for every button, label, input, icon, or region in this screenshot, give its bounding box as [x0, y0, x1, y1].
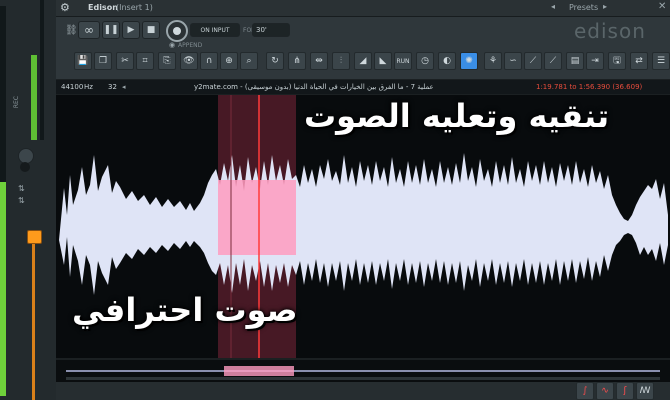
- volume-fader-track: [32, 230, 35, 400]
- volume-fader-handle[interactable]: [27, 230, 42, 244]
- copy-icon[interactable]: ❐: [94, 52, 112, 70]
- mixer-strip: REC ⇅ ⇅: [0, 0, 56, 400]
- edison-logo: edison: [574, 19, 646, 43]
- waveform-view[interactable]: تنقيه وتعليه الصوت صوت احترافي: [56, 95, 670, 358]
- spectral-icon[interactable]: ✺: [460, 52, 478, 70]
- presets-label[interactable]: Presets: [569, 3, 598, 12]
- overview-selection[interactable]: [224, 366, 294, 376]
- title-bar: ⚙ Edison (Insert 1) ◂ Presets ▸ ✕: [56, 0, 670, 17]
- save-icon[interactable]: 💾: [74, 52, 92, 70]
- level-meter-right-2: [40, 0, 44, 140]
- menu-icon[interactable]: ☰: [652, 52, 670, 70]
- view-icon[interactable]: 👁: [180, 52, 198, 70]
- disk-icon[interactable]: 🖫: [608, 52, 626, 70]
- close-icon[interactable]: ✕: [658, 1, 666, 12]
- zoom-icon[interactable]: ⊕: [220, 52, 238, 70]
- envelope-icon[interactable]: ꟿ: [636, 382, 654, 400]
- append-icon[interactable]: ◉: [169, 41, 175, 49]
- bit-depth: 32: [108, 83, 117, 91]
- level-meter-right: [31, 55, 37, 140]
- gear-icon[interactable]: ⚙: [60, 1, 70, 14]
- clock-icon[interactable]: ◷: [416, 52, 434, 70]
- chevron-down-icon[interactable]: ◂: [122, 83, 126, 91]
- sample-rate: 44100: [61, 83, 84, 91]
- pause-button[interactable]: ❚❚: [102, 21, 120, 39]
- pan-knob[interactable]: [20, 162, 30, 172]
- fade-out-icon[interactable]: ◣: [374, 52, 392, 70]
- play-button[interactable]: ▶: [122, 21, 140, 39]
- tag-icon[interactable]: ⟋: [524, 52, 542, 70]
- tempo-icon[interactable]: ⫶: [332, 52, 350, 70]
- overview-strip[interactable]: [56, 360, 670, 382]
- meter-fill-left: [0, 182, 6, 396]
- overlay-title-text: تنقيه وتعليه الصوت: [304, 97, 610, 135]
- nav-left-icon[interactable]: ◂: [551, 2, 555, 11]
- nav-right-icon[interactable]: ▸: [603, 2, 607, 11]
- curve-icon[interactable]: ʃ: [616, 382, 634, 400]
- brush-icon[interactable]: ⟋: [544, 52, 562, 70]
- search-icon[interactable]: ⌕: [240, 52, 258, 70]
- loop-button[interactable]: ∞: [78, 21, 100, 39]
- bottom-toolbar: ∫ ∿ ʃ ꟿ: [56, 382, 670, 400]
- meter-fill-right: [31, 55, 37, 140]
- overlay-subtitle-text: صوت احترافي: [72, 291, 298, 329]
- pause-icon: ❚❚: [103, 25, 119, 35]
- rec-label: REC: [13, 96, 20, 109]
- bars-icon[interactable]: ▤: [566, 52, 584, 70]
- route-up-arrow-icon[interactable]: ⇅: [18, 184, 25, 193]
- crop-icon[interactable]: ⌗: [136, 52, 154, 70]
- toolbar: 💾 ❐ ✂ ⌗ ⎘ 👁 ∩ ⊕ ⌕ ↻ ⋔ ⇹ ⫶ ◢ ◣ RUN ◷ ◐ ✺ …: [70, 52, 670, 74]
- paste-icon[interactable]: ⎘: [158, 52, 176, 70]
- input-mode-label: ON INPUT: [200, 26, 230, 34]
- refresh-icon[interactable]: ↻: [266, 52, 284, 70]
- record-icon: [173, 27, 181, 35]
- stop-button[interactable]: ■: [142, 21, 160, 39]
- overview-scrollbar[interactable]: [66, 377, 660, 380]
- waveform-shape: [59, 153, 668, 295]
- window-subtitle: (Insert 1): [116, 3, 153, 12]
- file-name: y2mate.com - عملية 7 - ما الفرق بين الخي…: [194, 83, 434, 91]
- duration-value: 30': [256, 26, 267, 34]
- fx-icon[interactable]: ∫: [576, 382, 594, 400]
- route-down-arrow-icon[interactable]: ⇅: [18, 196, 25, 205]
- export-icon[interactable]: ⇥: [586, 52, 604, 70]
- record-button[interactable]: [166, 20, 188, 42]
- input-mode-select[interactable]: ON INPUT: [190, 23, 240, 37]
- pitch-icon[interactable]: ⚘: [484, 52, 502, 70]
- selection-time: 1:19.781 to 1:56.390 (36.609): [536, 83, 643, 91]
- magnet-icon[interactable]: ∩: [200, 52, 218, 70]
- flow-icon[interactable]: ∽: [504, 52, 522, 70]
- send-icon[interactable]: ⇄: [630, 52, 648, 70]
- append-label[interactable]: APPEND: [178, 42, 202, 49]
- wave-icon[interactable]: ∿: [596, 382, 614, 400]
- trim-icon[interactable]: ⋔: [288, 52, 306, 70]
- window-title: Edison: [88, 3, 118, 12]
- level-meter-left: [0, 6, 6, 396]
- duration-field[interactable]: 30': [252, 23, 290, 37]
- sample-unit: Hz: [84, 83, 93, 91]
- stop-icon: ■: [146, 25, 156, 35]
- link-icon[interactable]: ⛓: [65, 25, 78, 36]
- info-bar: 44100 Hz 32 ◂ y2mate.com - عملية 7 - ما …: [56, 80, 670, 94]
- play-icon: ▶: [127, 25, 135, 35]
- cut-icon[interactable]: ✂: [116, 52, 134, 70]
- control-panel: ⛓ ∞ ❚❚ ▶ ■ ON INPUT FOR 30' ◉ APPEND edi…: [56, 17, 670, 79]
- infinity-icon: ∞: [84, 23, 94, 37]
- fade-in-icon[interactable]: ◢: [354, 52, 372, 70]
- selected-waveform: [218, 180, 296, 255]
- blend-icon[interactable]: ◐: [438, 52, 456, 70]
- run-icon[interactable]: RUN: [394, 52, 412, 70]
- overview-track: [66, 370, 660, 372]
- arrows-icon[interactable]: ⇹: [310, 52, 328, 70]
